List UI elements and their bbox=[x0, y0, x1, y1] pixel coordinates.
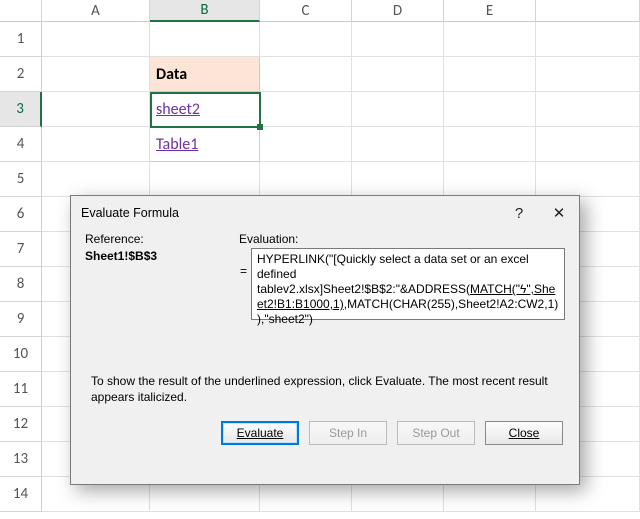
row-header-10[interactable]: 10 bbox=[0, 337, 42, 372]
row-header-8[interactable]: 8 bbox=[0, 267, 42, 302]
cell-C2[interactable] bbox=[260, 57, 352, 92]
reference-label: Reference: bbox=[85, 232, 239, 246]
row-header-11[interactable]: 11 bbox=[0, 372, 42, 407]
row-header-2[interactable]: 2 bbox=[0, 57, 42, 92]
row-header-4[interactable]: 4 bbox=[0, 127, 42, 162]
cell-E5[interactable] bbox=[444, 162, 536, 197]
cell-D5[interactable] bbox=[352, 162, 444, 197]
evaluate-button[interactable]: Evaluate bbox=[221, 421, 299, 445]
row-header-7[interactable]: 7 bbox=[0, 232, 42, 267]
row-header-1[interactable]: 1 bbox=[0, 22, 42, 57]
row-header-12[interactable]: 12 bbox=[0, 407, 42, 442]
row-header-6[interactable]: 6 bbox=[0, 197, 42, 232]
row-header-9[interactable]: 9 bbox=[0, 302, 42, 337]
cell-D2[interactable] bbox=[352, 57, 444, 92]
cell-A5[interactable] bbox=[42, 162, 150, 197]
row-header-3[interactable]: 3 bbox=[0, 92, 42, 127]
cell-B2[interactable]: Data bbox=[150, 57, 260, 92]
cell-E3[interactable] bbox=[444, 92, 536, 127]
col-header-E[interactable]: E bbox=[444, 0, 536, 22]
cell-F4[interactable] bbox=[536, 127, 640, 162]
cell-F2[interactable] bbox=[536, 57, 640, 92]
cell-C4[interactable] bbox=[260, 127, 352, 162]
col-header-blank[interactable] bbox=[536, 0, 640, 22]
row-header-14[interactable]: 14 bbox=[0, 477, 42, 512]
col-header-B[interactable]: B bbox=[150, 0, 260, 22]
row-header-5[interactable]: 5 bbox=[0, 162, 42, 197]
equals-sign: = bbox=[239, 264, 251, 320]
cell-C5[interactable] bbox=[260, 162, 352, 197]
row-header-13[interactable]: 13 bbox=[0, 442, 42, 477]
cell-B5[interactable] bbox=[150, 162, 260, 197]
cell-A1[interactable] bbox=[42, 22, 150, 57]
dialog-titlebar[interactable]: Evaluate Formula ? ✕ bbox=[71, 196, 579, 230]
col-header-C[interactable]: C bbox=[260, 0, 352, 22]
close-icon[interactable]: ✕ bbox=[539, 198, 579, 228]
col-header-A[interactable]: A bbox=[42, 0, 150, 22]
evaluation-textbox[interactable]: HYPERLINK("[Quickly select a data set or… bbox=[251, 248, 565, 320]
cell-F3[interactable] bbox=[536, 92, 640, 127]
dialog-title: Evaluate Formula bbox=[81, 206, 179, 220]
cell-C1[interactable] bbox=[260, 22, 352, 57]
cell-A4[interactable] bbox=[42, 127, 150, 162]
cell-F1[interactable] bbox=[536, 22, 640, 57]
cell-B4[interactable]: Table1 bbox=[150, 127, 260, 162]
cell-F5[interactable] bbox=[536, 162, 640, 197]
evaluation-label: Evaluation: bbox=[239, 232, 565, 246]
cell-E1[interactable] bbox=[444, 22, 536, 57]
dialog-hint: To show the result of the underlined exp… bbox=[85, 374, 565, 405]
help-button[interactable]: ? bbox=[499, 198, 539, 228]
cell-C3[interactable] bbox=[260, 92, 352, 127]
cell-A2[interactable] bbox=[42, 57, 150, 92]
cell-A3[interactable] bbox=[42, 92, 150, 127]
step-in-button: Step In bbox=[309, 421, 387, 445]
cell-D4[interactable] bbox=[352, 127, 444, 162]
evaluate-formula-dialog: Evaluate Formula ? ✕ Reference: Sheet1!$… bbox=[70, 195, 580, 485]
col-header-D[interactable]: D bbox=[352, 0, 444, 22]
select-all-corner[interactable] bbox=[0, 0, 42, 22]
cell-D3[interactable] bbox=[352, 92, 444, 127]
close-button[interactable]: Close bbox=[485, 421, 563, 445]
cell-B3[interactable]: sheet2 bbox=[150, 92, 260, 127]
cell-E2[interactable] bbox=[444, 57, 536, 92]
step-out-button: Step Out bbox=[397, 421, 475, 445]
reference-value: Sheet1!$B$3 bbox=[85, 249, 239, 263]
cell-D1[interactable] bbox=[352, 22, 444, 57]
cell-B1[interactable] bbox=[150, 22, 260, 57]
cell-E4[interactable] bbox=[444, 127, 536, 162]
